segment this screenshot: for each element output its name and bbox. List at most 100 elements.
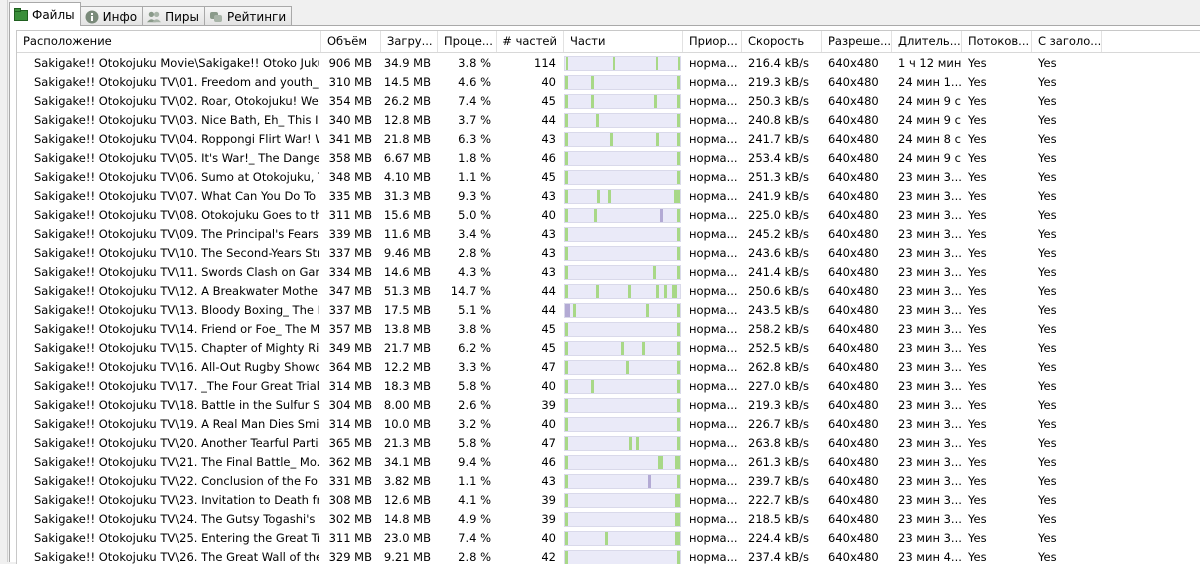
cell-duration: 24 мин 9 с bbox=[898, 94, 961, 108]
table-row[interactable]: Sakigake!! Otokojuku TV\04. Roppongi Fli… bbox=[17, 130, 1200, 149]
col-resolution-header[interactable]: Разреше... bbox=[822, 31, 892, 52]
table-row[interactable]: Sakigake!! Otokojuku TV\06. Sumo at Otok… bbox=[17, 168, 1200, 187]
cell-downloaded: 51.3 MB bbox=[383, 284, 431, 298]
cell-size: 302 MB bbox=[328, 512, 372, 526]
piece-segment bbox=[677, 152, 680, 165]
cell-resolution: 640x480 bbox=[828, 322, 879, 336]
table-row[interactable]: Sakigake!! Otokojuku TV\12. A Breakwater… bbox=[17, 282, 1200, 301]
table-row[interactable]: Sakigake!! Otokojuku TV\17. _The Four Gr… bbox=[17, 377, 1200, 396]
cell-priority: норма... bbox=[689, 493, 738, 507]
cell-path: Sakigake!! Otokojuku TV\13. Bloody Boxin… bbox=[34, 303, 319, 317]
col-speed-header[interactable]: Скорость bbox=[742, 31, 822, 52]
cell-header: Yes bbox=[1038, 512, 1057, 526]
files-table[interactable]: Расположение Объём Загру... Проце... # ч… bbox=[16, 30, 1200, 564]
table-header: Расположение Объём Загру... Проце... # ч… bbox=[17, 31, 1200, 53]
col-percent-header[interactable]: Проце... bbox=[438, 31, 497, 52]
col-path-header[interactable]: Расположение bbox=[17, 31, 321, 52]
cell-resolution: 640x480 bbox=[828, 455, 879, 469]
col-downloaded-header[interactable]: Загру... bbox=[381, 31, 438, 52]
cell-resolution: 640x480 bbox=[828, 436, 879, 450]
cell-duration: 1 ч 12 мин bbox=[898, 56, 962, 70]
tab-info-label: Инфо bbox=[102, 9, 138, 24]
cell-size: 335 MB bbox=[328, 189, 372, 203]
cell-speed: 263.8 kB/s bbox=[748, 436, 809, 450]
cell-pieces-count: 47 bbox=[541, 436, 556, 450]
cell-pieces-count: 39 bbox=[541, 512, 556, 526]
cell-downloaded: 13.8 MB bbox=[383, 322, 431, 336]
piece-segment bbox=[654, 95, 657, 108]
table-row[interactable]: Sakigake!! Otokojuku TV\01. Freedom and … bbox=[17, 73, 1200, 92]
table-row[interactable]: Sakigake!! Otokojuku Movie\Sakigake!! Ot… bbox=[17, 54, 1200, 73]
table-row[interactable]: Sakigake!! Otokojuku TV\14. Friend or Fo… bbox=[17, 320, 1200, 339]
piece-segment bbox=[636, 437, 639, 450]
table-row[interactable]: Sakigake!! Otokojuku TV\16. All-Out Rugb… bbox=[17, 358, 1200, 377]
cell-speed: 261.3 kB/s bbox=[748, 455, 809, 469]
table-row[interactable]: Sakigake!! Otokojuku TV\07. What Can You… bbox=[17, 187, 1200, 206]
table-row[interactable]: Sakigake!! Otokojuku TV\13. Bloody Boxin… bbox=[17, 301, 1200, 320]
cell-speed: 219.3 kB/s bbox=[748, 398, 809, 412]
table-row[interactable]: Sakigake!! Otokojuku TV\23. Invitation t… bbox=[17, 491, 1200, 510]
table-row[interactable]: Sakigake!! Otokojuku TV\19. A Real Man D… bbox=[17, 415, 1200, 434]
cell-path: Sakigake!! Otokojuku TV\06. Sumo at Otok… bbox=[34, 170, 319, 184]
table-row[interactable]: Sakigake!! Otokojuku TV\22. Conclusion o… bbox=[17, 472, 1200, 491]
table-row[interactable]: Sakigake!! Otokojuku TV\21. The Final Ba… bbox=[17, 453, 1200, 472]
tab-peers[interactable]: Пиры bbox=[142, 6, 205, 26]
cell-streaming: Yes bbox=[968, 284, 987, 298]
cell-resolution: 640x480 bbox=[828, 75, 879, 89]
cell-streaming: Yes bbox=[968, 417, 987, 431]
cell-resolution: 640x480 bbox=[828, 379, 879, 393]
table-row[interactable]: Sakigake!! Otokojuku TV\02. Roar, Otokoj… bbox=[17, 92, 1200, 111]
table-row[interactable]: Sakigake!! Otokojuku TV\10. The Second-Y… bbox=[17, 244, 1200, 263]
pieces-bar bbox=[564, 512, 681, 527]
cell-speed: 243.6 kB/s bbox=[748, 246, 809, 260]
col-streaming-header[interactable]: Потоков... bbox=[962, 31, 1032, 52]
cell-path: Sakigake!! Otokojuku TV\01. Freedom and … bbox=[34, 75, 319, 89]
cell-path: Sakigake!! Otokojuku TV\10. The Second-Y… bbox=[34, 246, 319, 260]
cell-size: 334 MB bbox=[328, 265, 372, 279]
cell-pieces-count: 39 bbox=[541, 398, 556, 412]
col-priority-header[interactable]: Приор... bbox=[683, 31, 742, 52]
table-row[interactable]: Sakigake!! Otokojuku TV\20. Another Tear… bbox=[17, 434, 1200, 453]
table-row[interactable]: Sakigake!! Otokojuku TV\03. Nice Bath, E… bbox=[17, 111, 1200, 130]
cell-size: 339 MB bbox=[328, 227, 372, 241]
cell-speed: 227.0 kB/s bbox=[748, 379, 809, 393]
cell-duration: 23 мин 3... bbox=[898, 265, 962, 279]
cell-downloaded: 18.3 MB bbox=[383, 379, 431, 393]
pieces-bar bbox=[564, 360, 681, 375]
cell-duration: 24 мин 1... bbox=[898, 75, 962, 89]
table-row[interactable]: Sakigake!! Otokojuku TV\05. It's War!_ T… bbox=[17, 149, 1200, 168]
table-row[interactable]: Sakigake!! Otokojuku TV\15. Chapter of M… bbox=[17, 339, 1200, 358]
cell-percent: 5.0 % bbox=[458, 208, 491, 222]
table-row[interactable]: Sakigake!! Otokojuku TV\24. The Gutsy To… bbox=[17, 510, 1200, 529]
table-row[interactable]: Sakigake!! Otokojuku TV\08. Otokojuku Go… bbox=[17, 206, 1200, 225]
piece-segment bbox=[565, 380, 568, 393]
col-pieces-count-header[interactable]: # частей bbox=[497, 31, 564, 52]
col-size-header[interactable]: Объём bbox=[321, 31, 381, 52]
col-pieces-header[interactable]: Части bbox=[564, 31, 683, 52]
table-row[interactable]: Sakigake!! Otokojuku TV\11. Swords Clash… bbox=[17, 263, 1200, 282]
piece-segment bbox=[597, 190, 600, 203]
cell-percent: 5.8 % bbox=[458, 436, 491, 450]
piece-segment bbox=[565, 475, 568, 488]
cell-duration: 23 мин 3... bbox=[898, 189, 962, 203]
piece-segment bbox=[677, 418, 680, 431]
cell-streaming: Yes bbox=[968, 436, 987, 450]
tab-info[interactable]: Инфо bbox=[79, 6, 144, 26]
table-row[interactable]: Sakigake!! Otokojuku TV\25. Entering the… bbox=[17, 529, 1200, 548]
tab-ratings[interactable]: Рейтинги bbox=[204, 6, 293, 26]
cell-resolution: 640x480 bbox=[828, 360, 879, 374]
pieces-bar bbox=[564, 379, 681, 394]
cell-resolution: 640x480 bbox=[828, 341, 879, 355]
table-row[interactable]: Sakigake!! Otokojuku TV\18. Battle in th… bbox=[17, 396, 1200, 415]
cell-header: Yes bbox=[1038, 417, 1057, 431]
table-row[interactable]: Sakigake!! Otokojuku TV\09. The Principa… bbox=[17, 225, 1200, 244]
piece-segment bbox=[629, 437, 632, 450]
col-duration-header[interactable]: Длитель... bbox=[892, 31, 962, 52]
cell-duration: 23 мин 3... bbox=[898, 170, 962, 184]
col-header-flag-header[interactable]: С заголо... bbox=[1032, 31, 1102, 52]
cell-path: Sakigake!! Otokojuku TV\14. Friend or Fo… bbox=[34, 322, 319, 336]
tab-files[interactable]: Файлы bbox=[9, 2, 81, 26]
cell-percent: 4.6 % bbox=[458, 75, 491, 89]
pieces-bar bbox=[564, 531, 681, 546]
cell-pieces-count: 45 bbox=[541, 322, 556, 336]
